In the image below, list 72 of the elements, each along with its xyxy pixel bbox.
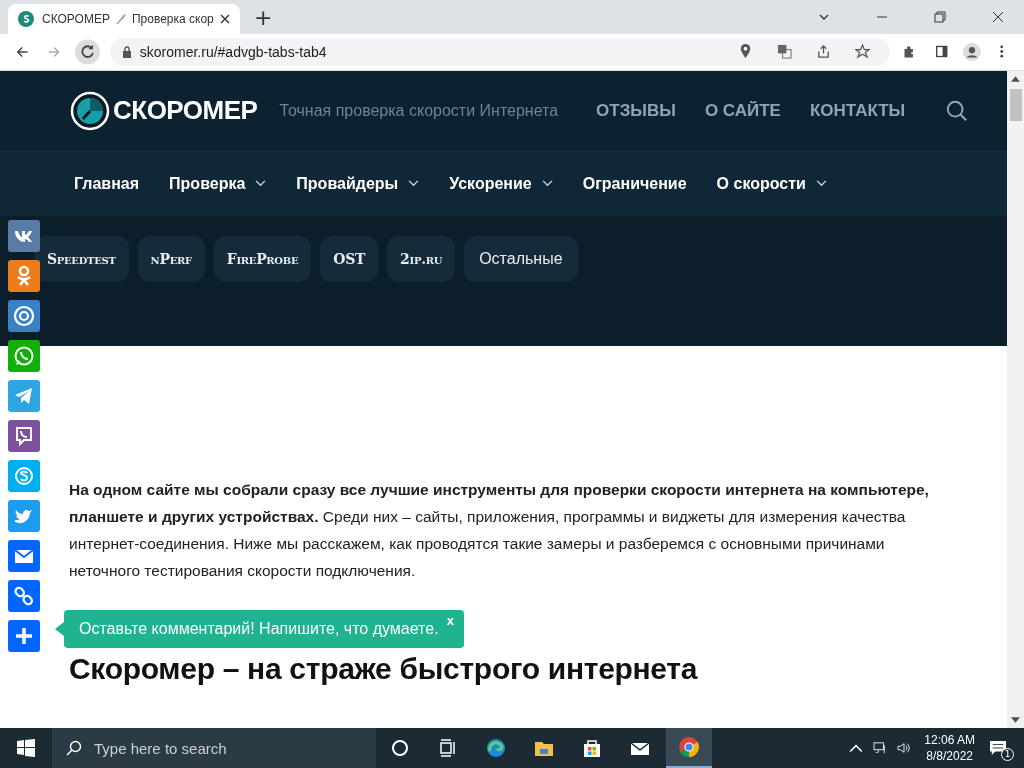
search-icon (66, 740, 82, 756)
url-text: skoromer.ru/#advgb-tabs-tab4 (139, 43, 327, 60)
network-icon[interactable] (873, 742, 888, 754)
taskbar-search-field[interactable]: Type here to search (52, 728, 376, 768)
new-tab-button[interactable]: + (254, 4, 273, 31)
header-link[interactable]: О САЙТЕ (704, 100, 781, 121)
service-tab[interactable]: OST (320, 235, 379, 282)
search-input[interactable]: Type here to search (92, 738, 346, 758)
speaker-icon[interactable] (897, 742, 912, 754)
vk-share-icon[interactable] (8, 219, 40, 252)
nav-item[interactable]: Главная (74, 174, 140, 193)
chevron-down-icon[interactable] (255, 180, 267, 188)
speedometer-logo-icon[interactable] (70, 90, 110, 131)
header-link[interactable]: КОНТАКТЫ (809, 100, 906, 121)
section-heading: Скоромер – на страже быстрого интернета (69, 651, 699, 686)
scroll-down-icon[interactable] (1011, 717, 1020, 723)
translate-icon[interactable] (776, 44, 792, 60)
cortana-circle-icon[interactable] (390, 738, 410, 758)
tab-title: СКОРОМЕР (42, 11, 110, 26)
share-share-icon[interactable] (8, 619, 40, 652)
ok-share-icon[interactable] (8, 259, 40, 292)
clock-date[interactable]: 8/8/2022 (926, 748, 973, 764)
service-tab[interactable]: Остальные (464, 235, 578, 282)
email-share-icon[interactable] (8, 539, 40, 572)
comment-prompt-text: Оставьте комментарий! Напишите, что думаете. (79, 619, 439, 638)
windows-start-icon[interactable] (16, 738, 36, 758)
close-icon[interactable] (992, 10, 1004, 23)
profile-icon[interactable] (962, 41, 981, 62)
intro-paragraph: На одном сайте мы собрали сразу все лучшие инструменты для проверки скорости интернета на компьютере, планшете и других устройствах. Среди них – сайты, приложения, программы и виджеты для измерения качества интернет-соединения. Ниже мы расскажем, как проводятся такие замеры и разберемся с основными причинами неточного тестирования скорости подключения. (69, 479, 930, 581)
side-panel-icon[interactable] (935, 44, 949, 60)
site-logo[interactable]: СКОРОМЕР (113, 95, 258, 127)
chevron-down-icon[interactable] (815, 180, 827, 188)
chrome-logo-icon (678, 736, 700, 758)
close-icon[interactable] (220, 13, 230, 24)
scroll-up-icon[interactable] (1011, 75, 1020, 82)
notification-count: 1 (1001, 747, 1014, 761)
nav-item[interactable]: Проверка (169, 174, 246, 193)
viber-share-icon[interactable] (8, 419, 40, 452)
service-tab[interactable]: Speedtest (34, 235, 129, 282)
site-logo-icon (18, 10, 34, 27)
reload-icon[interactable] (74, 37, 100, 66)
clock-time[interactable]: 12:06 AM (924, 732, 975, 748)
bookmark-star-icon[interactable] (854, 44, 870, 60)
tab-title: Проверка скор (131, 11, 214, 26)
chevron-down-icon[interactable] (408, 180, 420, 188)
nav-item[interactable]: Ускорение (449, 174, 532, 193)
store-bag-icon[interactable] (582, 738, 602, 758)
nav-item[interactable]: Ограничение (582, 174, 687, 193)
share-icon[interactable] (815, 44, 831, 60)
link-share-icon[interactable] (8, 579, 40, 612)
lock-icon (121, 45, 132, 58)
service-tab[interactable]: FireProbe (213, 235, 312, 282)
chevron-up-icon[interactable] (849, 742, 864, 754)
browser-tab[interactable]: СКОРОМЕР Проверка скор (8, 3, 240, 34)
service-tab[interactable]: nPerf (137, 235, 205, 282)
restore-icon[interactable] (934, 10, 946, 23)
twitter-share-icon[interactable] (8, 499, 40, 532)
chevron-down-icon[interactable] (541, 180, 553, 188)
site-tagline: Точная проверка скорости Интернета (279, 101, 559, 120)
search-icon[interactable] (946, 99, 969, 122)
telegram-share-icon[interactable] (8, 379, 40, 412)
edge-browser-icon[interactable] (486, 738, 506, 758)
nav-item[interactable]: Провайдеры (296, 174, 399, 193)
header-link[interactable]: ОТЗЫВЫ (596, 100, 676, 121)
chrome-taskbar-button[interactable] (666, 728, 712, 768)
nav-item[interactable]: О скорости (716, 174, 806, 193)
scrollbar-thumb[interactable] (1009, 88, 1022, 121)
whatsapp-share-icon[interactable] (8, 339, 40, 372)
service-tab[interactable]: 2ip.ru (387, 235, 456, 282)
address-bar[interactable]: skoromer.ru/#advgb-tabs-tab4 (109, 37, 890, 66)
notifications-icon[interactable] (989, 740, 1007, 756)
task-view-icon[interactable] (438, 738, 458, 758)
